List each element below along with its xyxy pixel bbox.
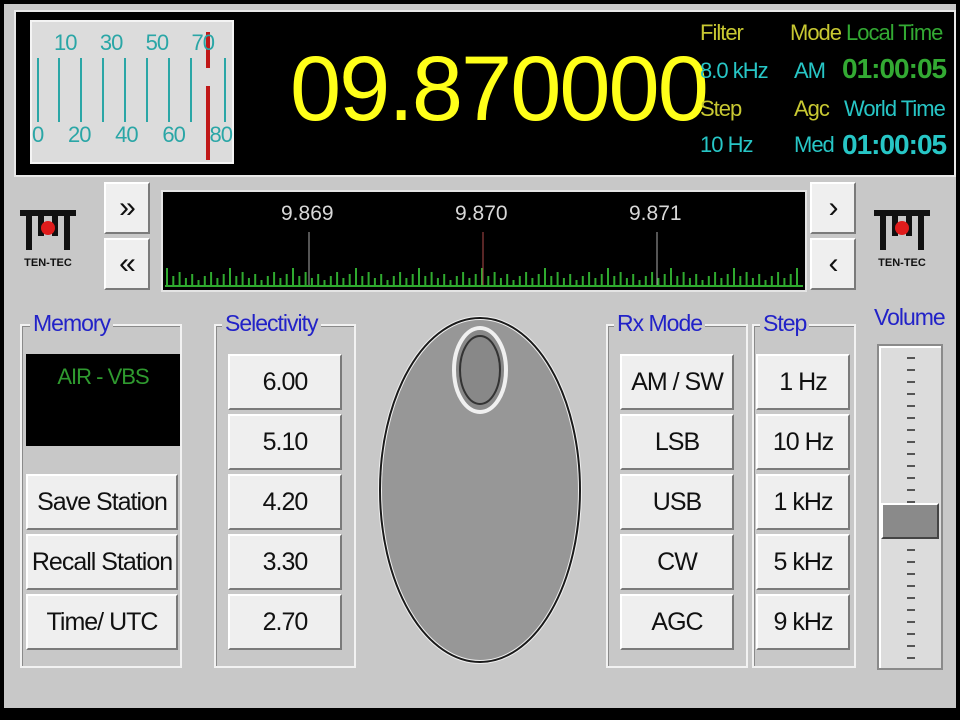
main-display: 10 30 50 70 0 20 40 60 80 09.870000 Filt… (14, 10, 956, 177)
volume-title: Volume (874, 304, 946, 330)
memory-display: AIR - VBS (26, 354, 180, 446)
volume-slider[interactable] (877, 344, 943, 670)
s-meter-bottom-label: 80 (209, 122, 234, 147)
world-time-label: World Time (844, 96, 946, 121)
selectivity-4-20-button[interactable]: 4.20 (228, 474, 342, 530)
svg-text:TEN-TEC: TEN-TEC (878, 257, 926, 269)
step-title: Step (760, 310, 810, 336)
ten-tec-logo-icon: TEN-TEC (20, 210, 76, 269)
svg-text:TEN-TEC: TEN-TEC (24, 257, 72, 269)
local-time-label: Local Time (846, 20, 943, 45)
volume-thumb[interactable] (881, 503, 939, 539)
mode-agc-button[interactable]: AGC (620, 594, 734, 650)
fast-forward-button[interactable]: » (104, 182, 150, 234)
step-9khz-button[interactable]: 9 kHz (756, 594, 850, 650)
selectivity-6-00-button[interactable]: 6.00 (228, 354, 342, 410)
selectivity-5-10-button[interactable]: 5.10 (228, 414, 342, 470)
fast-back-button[interactable]: « (104, 238, 150, 290)
selectivity-2-70-button[interactable]: 2.70 (228, 594, 342, 650)
mode-lsb-button[interactable]: LSB (620, 414, 734, 470)
world-time-value: 01:00:05 (842, 129, 947, 160)
agc-value: Med (794, 132, 835, 157)
memory-station-name: AIR - VBS (57, 364, 149, 389)
s-meter-top-label: 50 (145, 30, 170, 55)
s-meter: 10 30 50 70 0 20 40 60 80 (30, 20, 234, 164)
step-1khz-button[interactable]: 1 kHz (756, 474, 850, 530)
rx-mode-title: Rx Mode (614, 310, 706, 336)
s-meter-bottom-label: 60 (162, 122, 186, 147)
step-5khz-button[interactable]: 5 kHz (756, 534, 850, 590)
receiver-panel: 10 30 50 70 0 20 40 60 80 09.870000 Filt… (4, 4, 956, 708)
selectivity-title: Selectivity (222, 310, 321, 336)
s-meter-bottom-label: 0 (32, 122, 44, 147)
ten-tec-logo-icon: TEN-TEC (874, 210, 930, 269)
save-station-button[interactable]: Save Station (26, 474, 178, 530)
step-label: Step (700, 96, 742, 121)
tuning-scale[interactable]: 9.869 9.870 9.871 (161, 190, 807, 292)
s-meter-bottom-label: 20 (67, 122, 92, 147)
tune-up-button[interactable]: › (810, 182, 856, 234)
ten-tec-logo-right: TEN-TEC (872, 208, 932, 270)
mode-label: Mode (790, 20, 842, 45)
step-value: 10 Hz (700, 132, 753, 157)
s-meter-top-label: 30 (99, 30, 124, 55)
frequency-readout: 09.870000 (290, 38, 709, 140)
s-meter-top-label: 10 (54, 30, 78, 55)
ten-tec-logo-left: TEN-TEC (18, 208, 78, 270)
recall-station-button[interactable]: Recall Station (26, 534, 178, 590)
agc-label: Agc (794, 96, 830, 121)
s-meter-top-label: 70 (191, 30, 215, 55)
s-meter-bottom-label: 40 (115, 122, 139, 147)
selectivity-3-30-button[interactable]: 3.30 (228, 534, 342, 590)
memory-title: Memory (30, 310, 114, 336)
mode-cw-button[interactable]: CW (620, 534, 734, 590)
filter-value: 8.0 kHz (700, 58, 769, 83)
tuning-ticks (165, 232, 803, 287)
tune-down-button[interactable]: ‹ (810, 238, 856, 290)
filter-label: Filter (700, 20, 744, 45)
mode-am-sw-button[interactable]: AM / SW (620, 354, 734, 410)
mode-value: AM (794, 58, 826, 83)
step-10hz-button[interactable]: 10 Hz (756, 414, 850, 470)
local-time-value: 01:00:05 (842, 53, 947, 84)
step-1hz-button[interactable]: 1 Hz (756, 354, 850, 410)
mode-usb-button[interactable]: USB (620, 474, 734, 530)
knob-finger-grip (452, 326, 508, 414)
receiver-window: 10 30 50 70 0 20 40 60 80 09.870000 Filt… (0, 0, 960, 720)
time-utc-button[interactable]: Time/ UTC (26, 594, 178, 650)
tuning-knob[interactable] (376, 310, 590, 670)
